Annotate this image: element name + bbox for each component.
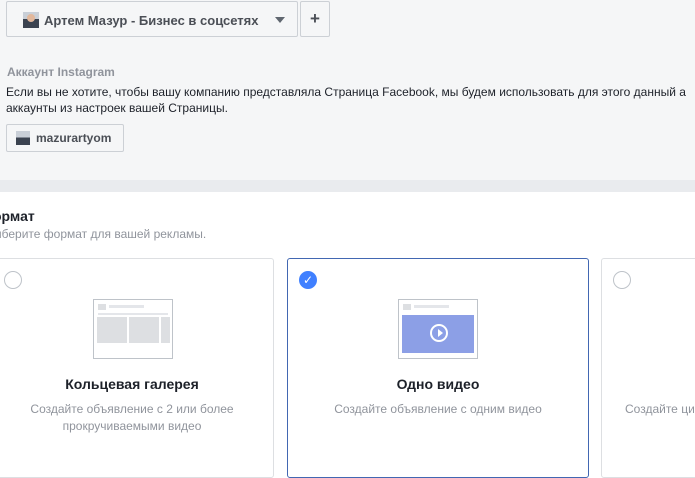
checkmark-icon[interactable]: ✓ xyxy=(299,271,317,289)
instagram-account-name: mazurartyom xyxy=(36,131,112,145)
instagram-description: Если вы не хотите, чтобы вашу компанию п… xyxy=(6,85,686,115)
add-page-button[interactable]: + xyxy=(300,1,330,37)
format-card-carousel[interactable]: Кольцевая галерея Создайте объявление с … xyxy=(0,258,274,478)
format-card-description: Создайте ци xyxy=(625,402,695,416)
format-subtitle: ыберите формат для вашей рекламы. xyxy=(0,227,207,241)
page-selector-dropdown[interactable]: Артем Мазур - Бизнес в соцсетях xyxy=(6,1,298,37)
page-name: Артем Мазур - Бизнес в соцсетях xyxy=(44,13,259,28)
chevron-down-icon xyxy=(275,17,285,23)
format-card-title: Одно видео xyxy=(396,376,480,392)
radio-third[interactable] xyxy=(613,271,631,289)
format-card-description: Создайте объявление с 2 или более прокру… xyxy=(30,402,234,433)
format-card-third[interactable]: Создайте ци xyxy=(601,258,695,478)
video-illustration-icon xyxy=(398,299,478,359)
page-avatar xyxy=(23,12,39,28)
account-avatar xyxy=(16,131,30,145)
radio-carousel[interactable] xyxy=(4,271,22,289)
instagram-account-button[interactable]: mazurartyom xyxy=(6,124,124,152)
instagram-section-title: Аккаунт Instagram xyxy=(7,65,115,79)
format-card-description: Создайте объявление с одним видео xyxy=(334,402,542,416)
carousel-illustration-icon xyxy=(93,299,173,359)
format-title: ормат xyxy=(0,208,35,224)
format-card-title: Кольцевая галерея xyxy=(65,376,199,392)
instagram-settings-section: Артем Мазур - Бизнес в соцсетях + Аккаун… xyxy=(0,0,695,180)
play-icon xyxy=(430,324,448,342)
section-divider xyxy=(0,180,695,192)
format-card-single-video[interactable]: ✓ Одно видео Создайте объявление с одним… xyxy=(287,258,589,478)
